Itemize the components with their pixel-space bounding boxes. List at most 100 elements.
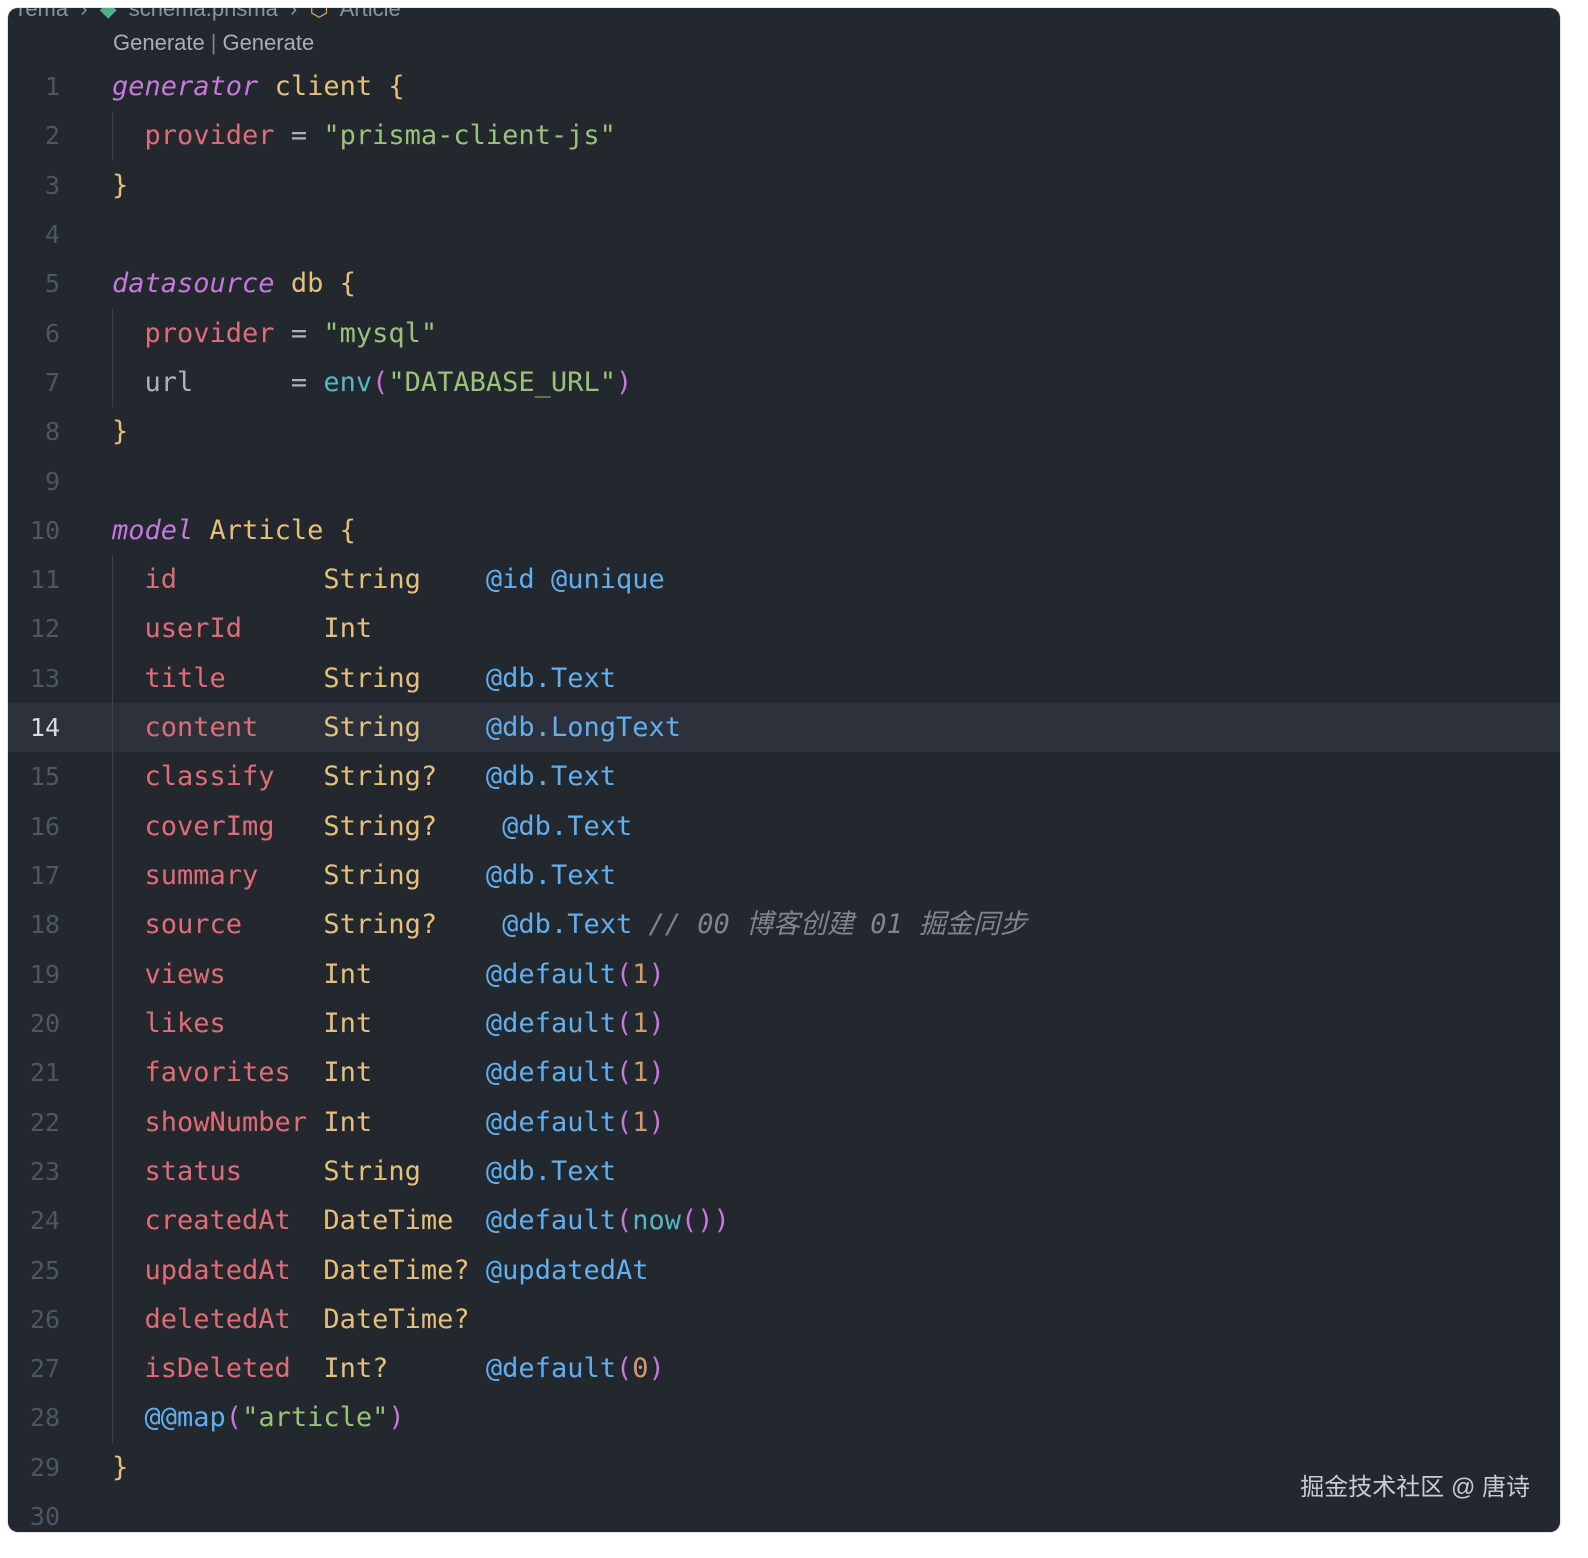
code-line[interactable]: 9	[8, 457, 1560, 506]
line-number: 16	[29, 811, 60, 841]
code-line[interactable]: 3}	[8, 161, 1560, 210]
token-attr: @@map	[144, 1402, 226, 1434]
code-line[interactable]: 22 showNumber Int @default(1)	[8, 1097, 1560, 1147]
token-brace: {	[339, 514, 356, 546]
code-line[interactable]: 17 summary String @db.Text	[8, 851, 1560, 901]
token-op	[226, 959, 324, 990]
code-line[interactable]: 21 favorites Int @default(1)	[8, 1048, 1560, 1098]
token-field: updatedAt	[144, 1254, 291, 1286]
code-content: content String @db.LongText	[112, 703, 681, 752]
codelens-generate-link[interactable]: Generate	[222, 30, 314, 55]
breadcrumb-separator: ›	[80, 8, 88, 21]
token-op	[535, 564, 551, 595]
token-brace: }	[112, 416, 129, 448]
token-op	[437, 811, 502, 842]
token-op	[307, 1107, 323, 1138]
token-attr: @db.Text	[502, 909, 633, 941]
code-line[interactable]: 5 datasource db {	[8, 259, 1560, 308]
line-number: 21	[29, 1058, 60, 1088]
code-line[interactable]: 4	[8, 210, 1560, 259]
token-op	[372, 1057, 486, 1088]
token-attr: @default	[485, 958, 616, 990]
code-line[interactable]: 25 updatedAt DateTime? @updatedAt	[8, 1245, 1560, 1295]
token-op	[258, 71, 274, 102]
code-line[interactable]: 18 source String? @db.Text // 00 博客创建 01…	[8, 900, 1560, 950]
code-content: userId Int	[112, 604, 373, 653]
token-op	[242, 613, 323, 644]
code-line[interactable]: 24 createdAt DateTime @default(now())	[8, 1196, 1560, 1246]
token-field: showNumber	[144, 1106, 308, 1138]
token-name: db	[290, 268, 324, 300]
token-cmt: // 00 博客创建 01 掘金同步	[648, 909, 1028, 941]
token-op	[275, 268, 291, 299]
token-attr: @updatedAt	[485, 1254, 649, 1286]
codelens-generate-link[interactable]: Generate	[113, 30, 205, 55]
line-number: 7	[44, 367, 60, 397]
token-op	[421, 1156, 486, 1187]
code-content: showNumber Int @default(1)	[112, 1098, 665, 1147]
line-number: 22	[29, 1107, 60, 1137]
code-line[interactable]: 15 classify String? @db.Text	[8, 752, 1560, 802]
token-op	[388, 1353, 486, 1384]
code-line[interactable]: 7 url = env("DATABASE_URL")	[8, 357, 1560, 408]
code-content: generator client {	[112, 62, 405, 111]
line-number: 12	[29, 614, 60, 644]
code-line[interactable]: 8}	[8, 407, 1560, 456]
token-op	[275, 761, 324, 792]
breadcrumb-item[interactable]: schema.prisma	[129, 8, 278, 21]
token-type: String	[323, 860, 421, 891]
code-line[interactable]: 27 isDeleted Int? @default(0)	[8, 1344, 1560, 1394]
token-str: "mysql"	[323, 317, 438, 349]
code-line[interactable]: 6 provider = "mysql"	[8, 308, 1560, 358]
code-content: summary String @db.Text	[112, 851, 616, 900]
token-op	[291, 1255, 324, 1286]
token-attr: @default	[485, 1057, 616, 1089]
token-op	[242, 1156, 323, 1187]
editor-text-area[interactable]: 1 generator client {2 provider = "prisma-…	[8, 62, 1560, 1532]
token-op	[421, 712, 486, 743]
code-content: source String? @db.Text // 00 博客创建 01 掘金…	[112, 900, 1028, 949]
token-field: status	[144, 1155, 243, 1187]
code-line[interactable]: 19 views Int @default(1)	[8, 949, 1560, 999]
token-fn: env	[323, 366, 373, 398]
token-op: =	[274, 120, 324, 152]
code-line-active[interactable]: 14 content String @db.LongText	[8, 703, 1560, 753]
token-paren: )	[615, 366, 633, 398]
token-field: views	[144, 958, 226, 990]
code-line[interactable]: 28 @@map("article")	[8, 1393, 1560, 1443]
token-attr: @id	[485, 564, 535, 596]
code-line[interactable]: 16 coverImg String? @db.Text	[8, 801, 1560, 851]
code-line[interactable]: 26 deletedAt DateTime?	[8, 1294, 1560, 1345]
code-line[interactable]: 11 id String @id @unique	[8, 555, 1560, 605]
watermark: 掘金技术社区 @ 唐诗	[1300, 1474, 1530, 1501]
token-paren: )	[648, 1106, 665, 1138]
token-op	[437, 909, 502, 940]
token-type: Int	[323, 1057, 373, 1089]
code-content: provider = "mysql"	[112, 309, 438, 358]
token-op	[323, 268, 339, 299]
token-op	[193, 515, 209, 546]
token-field: isDeleted	[144, 1353, 291, 1385]
token-name: client	[274, 71, 373, 102]
line-number: 25	[29, 1255, 60, 1285]
breadcrumb-item[interactable]: rema	[18, 8, 68, 21]
line-number: 27	[29, 1354, 60, 1384]
code-line[interactable]: 12 userId Int	[8, 604, 1560, 654]
code-line[interactable]: 2 provider = "prisma-client-js"	[8, 111, 1560, 161]
token-str: "DATABASE_URL"	[388, 366, 616, 398]
code-line[interactable]: 10 model Article {	[8, 506, 1560, 555]
code-content: id String @id @unique	[112, 555, 665, 604]
code-content: status String @db.Text	[112, 1147, 616, 1196]
code-line[interactable]: 13 title String @db.Text	[8, 653, 1560, 704]
token-op	[421, 564, 486, 595]
token-type: DateTime	[323, 1205, 454, 1237]
breadcrumb-item[interactable]: Article	[340, 8, 401, 21]
code-line[interactable]: 23 status String @db.Text	[8, 1146, 1560, 1197]
token-type: Int?	[323, 1353, 389, 1385]
token-num: 1	[632, 1007, 649, 1039]
token-op	[372, 1107, 486, 1138]
token-attr: @default	[485, 1205, 616, 1237]
code-line[interactable]: 20 likes Int @default(1)	[8, 998, 1560, 1049]
code-line[interactable]: 1 generator client {	[8, 62, 1560, 111]
breadcrumb: rema › ◆ schema.prisma › ⬡ Article	[18, 8, 407, 21]
